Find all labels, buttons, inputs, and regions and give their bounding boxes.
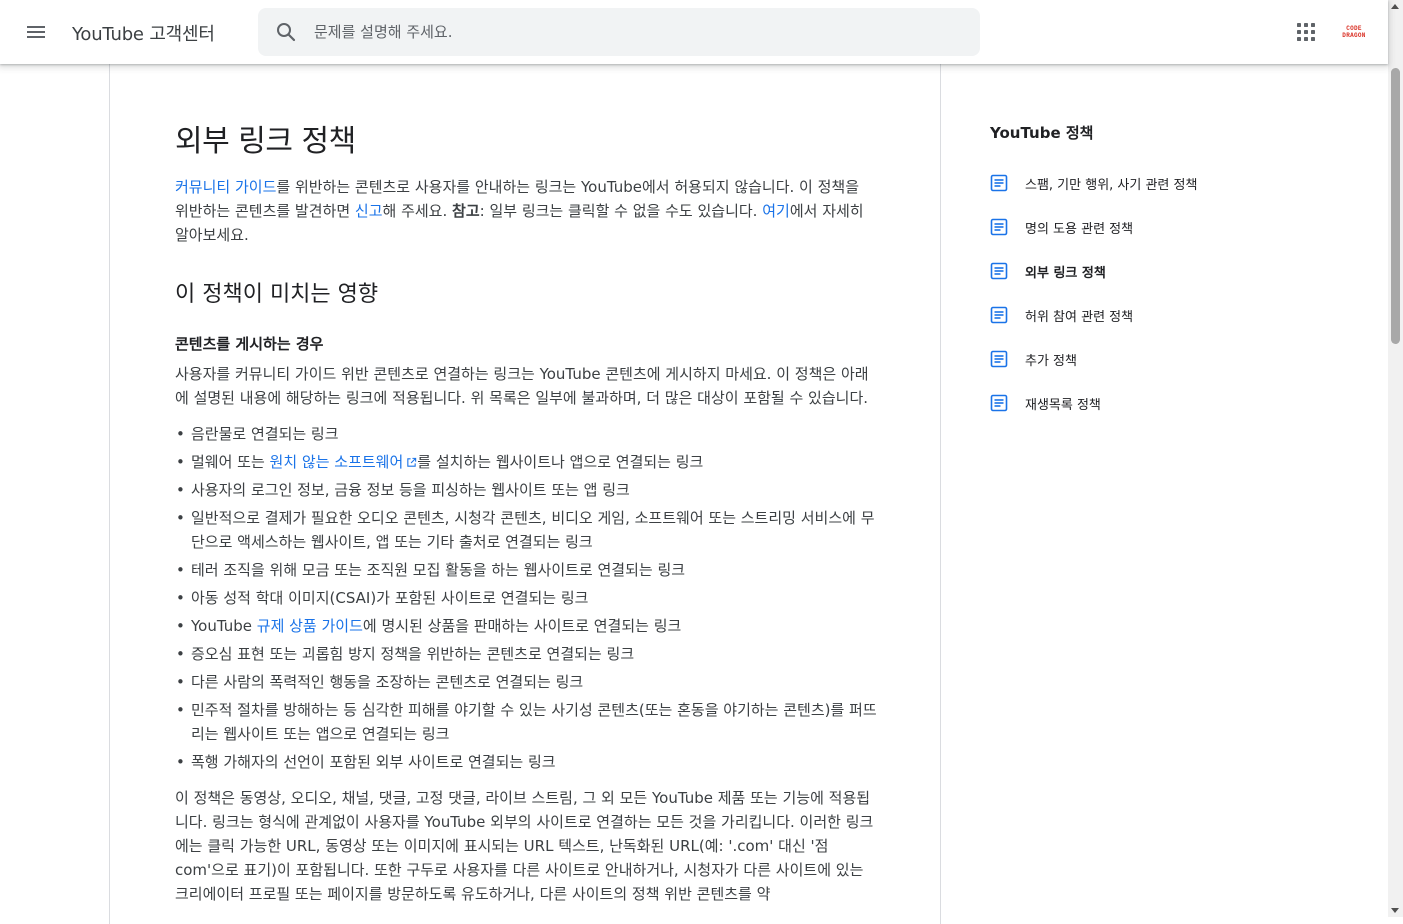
document-icon: [990, 262, 1008, 280]
nav-item-impersonation-policy[interactable]: 명의 도용 관련 정책: [990, 205, 1350, 249]
document-icon: [990, 394, 1008, 412]
community-guidelines-link[interactable]: 커뮤니티 가이드: [175, 178, 276, 196]
nav-item-label: 외부 링크 정책: [1025, 265, 1106, 281]
document-icon: [990, 218, 1008, 236]
list-item: 증오심 표현 또는 괴롭힘 방지 정책을 위반하는 콘텐츠로 연결되는 링크: [175, 642, 877, 666]
scrollbar-thumb[interactable]: [1391, 68, 1400, 344]
account-avatar[interactable]: CODE DRAGON: [1336, 14, 1372, 50]
external-link-icon: [407, 457, 417, 467]
list-item: 일반적으로 결제가 필요한 오디오 콘텐츠, 시청각 콘텐츠, 비디오 게임, …: [175, 506, 877, 554]
list-item: 폭행 가해자의 선언이 포함된 외부 사이트로 연결되는 링크: [175, 750, 877, 774]
list-item: 음란물로 연결되는 링크: [175, 422, 877, 446]
search-input[interactable]: [314, 8, 964, 56]
list-item: 사용자의 로그인 정보, 금융 정보 등을 피싱하는 웹사이트 또는 앱 링크: [175, 478, 877, 502]
search-bar[interactable]: [258, 8, 980, 56]
list-item: 아동 성적 학대 이미지(CSAI)가 포함된 사이트로 연결되는 링크: [175, 586, 877, 610]
search-icon[interactable]: [274, 20, 298, 44]
nav-item-label: 추가 정책: [1025, 353, 1077, 369]
intro-text-3: : 일부 링크는 클릭할 수 없을 수도 있습니다.: [479, 202, 763, 220]
subsection-heading: 콘텐츠를 게시하는 경우: [175, 335, 324, 353]
intro-text-2: 해 주세요.: [382, 202, 453, 220]
list-item-text: YouTube: [191, 617, 257, 635]
section-heading: 이 정책이 미치는 영향: [175, 282, 379, 307]
list-item: 민주적 절차를 방해하는 등 심각한 피해를 야기할 수 있는 사기성 콘텐츠(…: [175, 698, 877, 746]
list-item: 테러 조직을 위해 모금 또는 조직원 모집 활동을 하는 웹사이트로 연결되는…: [175, 558, 877, 582]
help-center-title[interactable]: YouTube 고객센터: [72, 20, 215, 46]
document-icon: [990, 306, 1008, 324]
nav-item-spam-policy[interactable]: 스팸, 기만 행위, 사기 관련 정책: [990, 161, 1350, 205]
nav-item-label: 스팸, 기만 행위, 사기 관련 정책: [1025, 177, 1198, 193]
list-item-text: 멀웨어 또는: [191, 453, 270, 471]
closing-paragraph: 이 정책은 동영상, 오디오, 채널, 댓글, 고정 댓글, 라이브 스트림, …: [175, 789, 874, 903]
nav-item-additional-policies[interactable]: 추가 정책: [990, 337, 1350, 381]
nav-item-label: 명의 도용 관련 정책: [1025, 221, 1134, 237]
subsection-paragraph: 사용자를 커뮤니티 가이드 위반 콘텐츠로 연결하는 링크는 YouTube 콘…: [175, 365, 869, 407]
nav-item-label: 허위 참여 관련 정책: [1025, 309, 1134, 325]
document-icon: [990, 350, 1008, 368]
nav-item-label: 재생목록 정책: [1025, 397, 1101, 413]
list-item-text: 에 명시된 상품을 판매하는 사이트로 연결되는 링크: [362, 617, 682, 635]
top-app-bar: YouTube 고객센터 CODE DRAGON: [0, 0, 1388, 64]
nav-item-playlist-policy[interactable]: 재생목록 정책: [990, 381, 1350, 425]
nav-item-fake-engagement-policy[interactable]: 허위 참여 관련 정책: [990, 293, 1350, 337]
prohibited-links-list: 음란물로 연결되는 링크 멀웨어 또는 원치 않는 소프트웨어 를 설치하는 웹사…: [175, 422, 877, 774]
avatar-text-line1: CODE: [1346, 25, 1362, 32]
list-item: YouTube 규제 상품 가이드에 명시된 상품을 판매하는 사이트로 연결되…: [175, 614, 877, 638]
article-card: 외부 링크 정책 커뮤니티 가이드를 위반하는 콘텐츠로 사용자를 안내하는 링…: [109, 64, 941, 924]
page-scrollbar[interactable]: [1388, 0, 1403, 917]
document-icon: [990, 174, 1008, 192]
google-apps-icon[interactable]: [1294, 20, 1318, 44]
regulated-goods-guide-link[interactable]: 규제 상품 가이드: [257, 617, 363, 635]
scroll-down-arrow-icon[interactable]: [1391, 908, 1399, 913]
avatar-text-line2: DRAGON: [1342, 32, 1366, 39]
list-item: 멀웨어 또는 원치 않는 소프트웨어 를 설치하는 웹사이트나 앱으로 연결되는 …: [175, 450, 877, 474]
main-menu-button[interactable]: [16, 12, 56, 52]
note-label: 참고: [452, 202, 480, 220]
nav-list: 스팸, 기만 행위, 사기 관련 정책 명의 도용 관련 정책 외부 링크 정책…: [990, 161, 1350, 425]
unwanted-software-link[interactable]: 원치 않는 소프트웨어: [270, 453, 418, 471]
nav-item-external-links-policy[interactable]: 외부 링크 정책: [990, 249, 1350, 293]
list-item: 다른 사람의 폭력적인 행동을 조장하는 콘텐츠로 연결되는 링크: [175, 670, 877, 694]
scroll-up-arrow-icon[interactable]: [1391, 4, 1399, 9]
page-title: 외부 링크 정책: [175, 124, 356, 159]
report-link[interactable]: 신고: [355, 202, 383, 220]
related-policies-nav: YouTube 정책 스팸, 기만 행위, 사기 관련 정책 명의 도용 관련 …: [990, 122, 1350, 425]
article-content: 외부 링크 정책 커뮤니티 가이드를 위반하는 콘텐츠로 사용자를 안내하는 링…: [175, 122, 877, 906]
unwanted-software-link-text: 원치 않는 소프트웨어: [269, 453, 404, 471]
hamburger-menu-icon: [27, 26, 45, 38]
list-item-text: 를 설치하는 웹사이트나 앱으로 연결되는 링크: [417, 453, 704, 471]
learn-more-link[interactable]: 여기: [762, 202, 790, 220]
nav-title: YouTube 정책: [990, 124, 1094, 142]
intro-paragraph: 커뮤니티 가이드를 위반하는 콘텐츠로 사용자를 안내하는 링크는 YouTub…: [175, 175, 877, 247]
